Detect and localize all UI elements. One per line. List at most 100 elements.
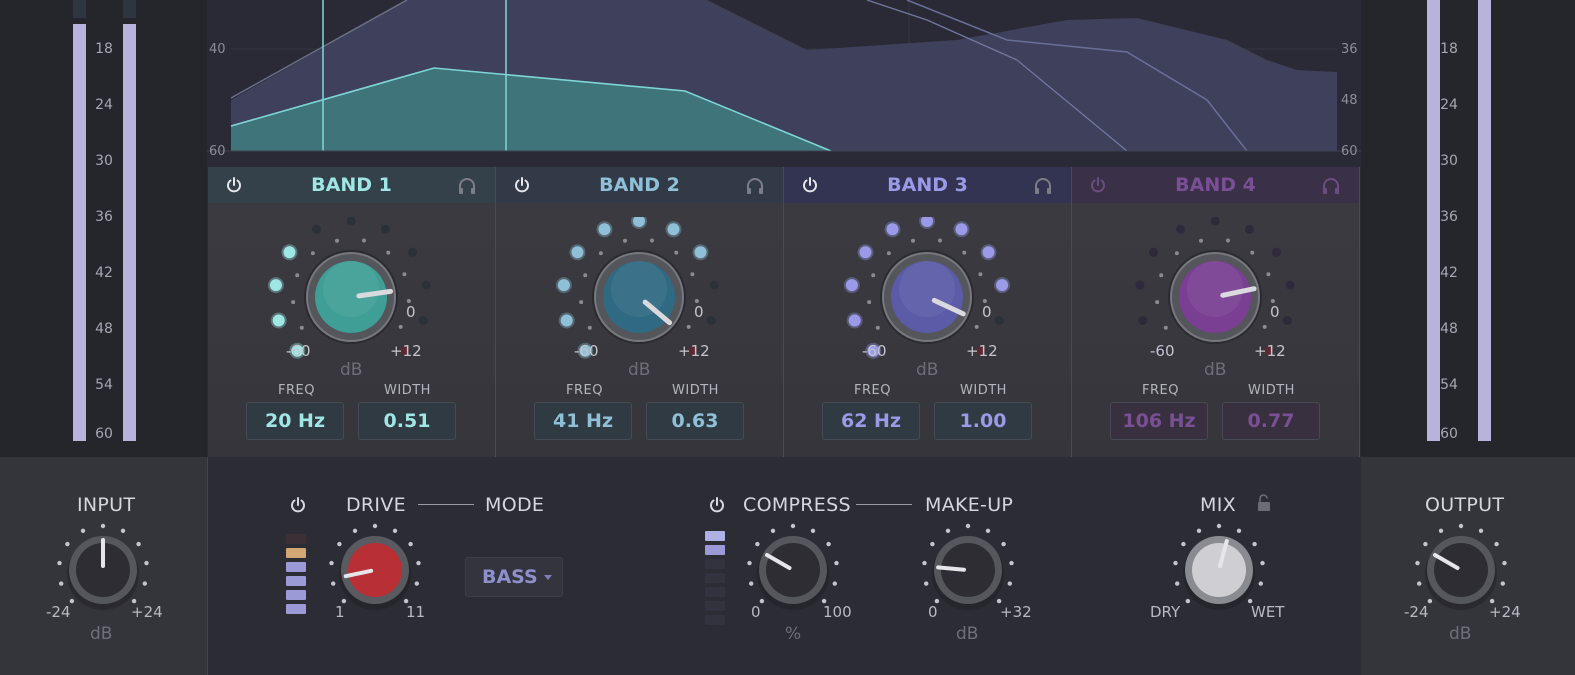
drive-led-segment xyxy=(286,590,306,600)
knob-max-label: +12 xyxy=(1254,342,1286,360)
freq-value-field[interactable]: 20 Hz xyxy=(246,402,344,440)
mode-dropdown[interactable]: BASS xyxy=(465,557,563,597)
spectrum-label-right: 48 xyxy=(1341,93,1358,108)
output-title: OUTPUT xyxy=(1425,494,1505,516)
freq-label: FREQ xyxy=(566,383,603,398)
width-label: WIDTH xyxy=(960,383,1007,398)
band-gain-knob-area: -60 0 +12 dB xyxy=(1120,217,1310,387)
input-title: INPUT xyxy=(77,494,136,516)
led-indicator xyxy=(994,316,1004,325)
meter-tick: 42 xyxy=(1440,265,1458,281)
band-title: BAND 3 xyxy=(887,174,968,196)
knob-min-label: -60 xyxy=(862,342,887,360)
gain-reduction-led-segment xyxy=(705,531,725,541)
headphones-icon[interactable] xyxy=(457,177,477,195)
width-label: WIDTH xyxy=(672,383,719,398)
width-value-field[interactable]: 0.63 xyxy=(646,402,744,440)
output-max-label: +24 xyxy=(1489,603,1521,621)
freq-label: FREQ xyxy=(1142,383,1179,398)
led-indicator xyxy=(665,221,682,238)
width-value-field[interactable]: 0.77 xyxy=(1222,402,1320,440)
input-min-label: -24 xyxy=(46,603,71,621)
led-indicator xyxy=(1272,247,1281,257)
mix-title: MIX xyxy=(1200,494,1236,516)
knob-unit-label: dB xyxy=(916,360,939,380)
meter-tick: 48 xyxy=(95,321,113,337)
width-label: WIDTH xyxy=(1248,383,1295,398)
freq-value-field[interactable]: 106 Hz xyxy=(1110,402,1208,440)
led-indicator xyxy=(1135,280,1145,290)
led-indicator xyxy=(919,217,935,229)
drive-led-segment xyxy=(286,604,306,614)
knob-zero-label: 0 xyxy=(1270,303,1280,321)
band-power-icon[interactable] xyxy=(1088,175,1108,195)
meter-tick: 54 xyxy=(95,377,113,393)
input-max-label: +24 xyxy=(131,603,163,621)
gain-reduction-led-segment xyxy=(705,545,725,555)
width-value-field[interactable]: 0.51 xyxy=(358,402,456,440)
led-indicator xyxy=(421,280,431,290)
chevron-down-icon xyxy=(544,575,552,580)
band-power-icon[interactable] xyxy=(512,175,532,195)
led-indicator xyxy=(555,277,572,294)
gain-reduction-led-segment xyxy=(705,587,725,597)
unlock-icon[interactable] xyxy=(1257,494,1271,512)
led-indicator xyxy=(953,221,970,238)
input-meter-right xyxy=(123,24,136,441)
led-indicator xyxy=(857,244,874,261)
band-header[interactable]: BAND 4 xyxy=(1072,167,1359,203)
compress-title: COMPRESS xyxy=(743,494,851,516)
band-title: BAND 1 xyxy=(311,174,392,196)
meter-tick: 60 xyxy=(95,426,113,442)
band-header[interactable]: BAND 2 xyxy=(496,167,783,203)
output-meter-right xyxy=(1478,0,1491,441)
spectrum-display[interactable]: 40 60 36 48 60 xyxy=(207,0,1361,167)
compress-min-label: 0 xyxy=(751,603,761,621)
drive-power-icon[interactable] xyxy=(288,495,308,515)
band-power-icon[interactable] xyxy=(800,175,820,195)
band-header[interactable]: BAND 3 xyxy=(784,167,1071,203)
led-indicator xyxy=(980,244,997,261)
drive-led-segment xyxy=(286,534,306,544)
freq-value-field[interactable]: 41 Hz xyxy=(534,402,632,440)
headphones-icon[interactable] xyxy=(745,177,765,195)
makeup-min-label: 0 xyxy=(928,603,938,621)
led-indicator xyxy=(709,280,719,290)
band-power-icon[interactable] xyxy=(224,175,244,195)
freq-value-field[interactable]: 62 Hz xyxy=(822,402,920,440)
led-indicator xyxy=(1285,280,1295,290)
led-indicator xyxy=(994,277,1011,294)
knob-zero-label: 0 xyxy=(982,303,992,321)
headphones-icon[interactable] xyxy=(1033,177,1053,195)
knob-zero-label: 0 xyxy=(694,303,704,321)
input-meter-cap-right xyxy=(123,0,136,18)
drive-title: DRIVE xyxy=(346,494,406,516)
processing-panel: DRIVE MODE 1 11 BASS COMPRESS MAKE-UP 0 … xyxy=(207,457,1363,675)
meter-tick: 24 xyxy=(1440,97,1458,113)
width-value-field[interactable]: 1.00 xyxy=(934,402,1032,440)
spectrum-label-left: 60 xyxy=(209,144,226,159)
knob-max-label: +12 xyxy=(966,342,998,360)
headphones-icon[interactable] xyxy=(1321,177,1341,195)
compress-power-icon[interactable] xyxy=(707,495,727,515)
led-indicator xyxy=(596,221,613,238)
spectrum-label-right: 36 xyxy=(1341,42,1358,57)
spectrum-label-left: 40 xyxy=(209,42,226,57)
band-title: BAND 4 xyxy=(1175,174,1256,196)
input-panel: INPUT -24 +24 dB xyxy=(0,457,207,675)
input-meter-cap-left xyxy=(73,0,86,18)
gain-reduction-led-segment xyxy=(705,573,725,583)
knob-unit-label: dB xyxy=(1204,360,1227,380)
knob-unit-label: dB xyxy=(628,360,651,380)
led-indicator xyxy=(418,316,428,325)
meter-tick: 36 xyxy=(1440,209,1458,225)
meter-tick: 18 xyxy=(95,41,113,57)
led-indicator xyxy=(706,316,716,325)
knob-min-label: -60 xyxy=(1150,342,1175,360)
input-unit-label: dB xyxy=(90,624,113,644)
freq-label: FREQ xyxy=(854,383,891,398)
meter-tick: 48 xyxy=(1440,321,1458,337)
led-indicator xyxy=(843,277,860,294)
output-unit-label: dB xyxy=(1449,624,1472,644)
band-header[interactable]: BAND 1 xyxy=(208,167,495,203)
